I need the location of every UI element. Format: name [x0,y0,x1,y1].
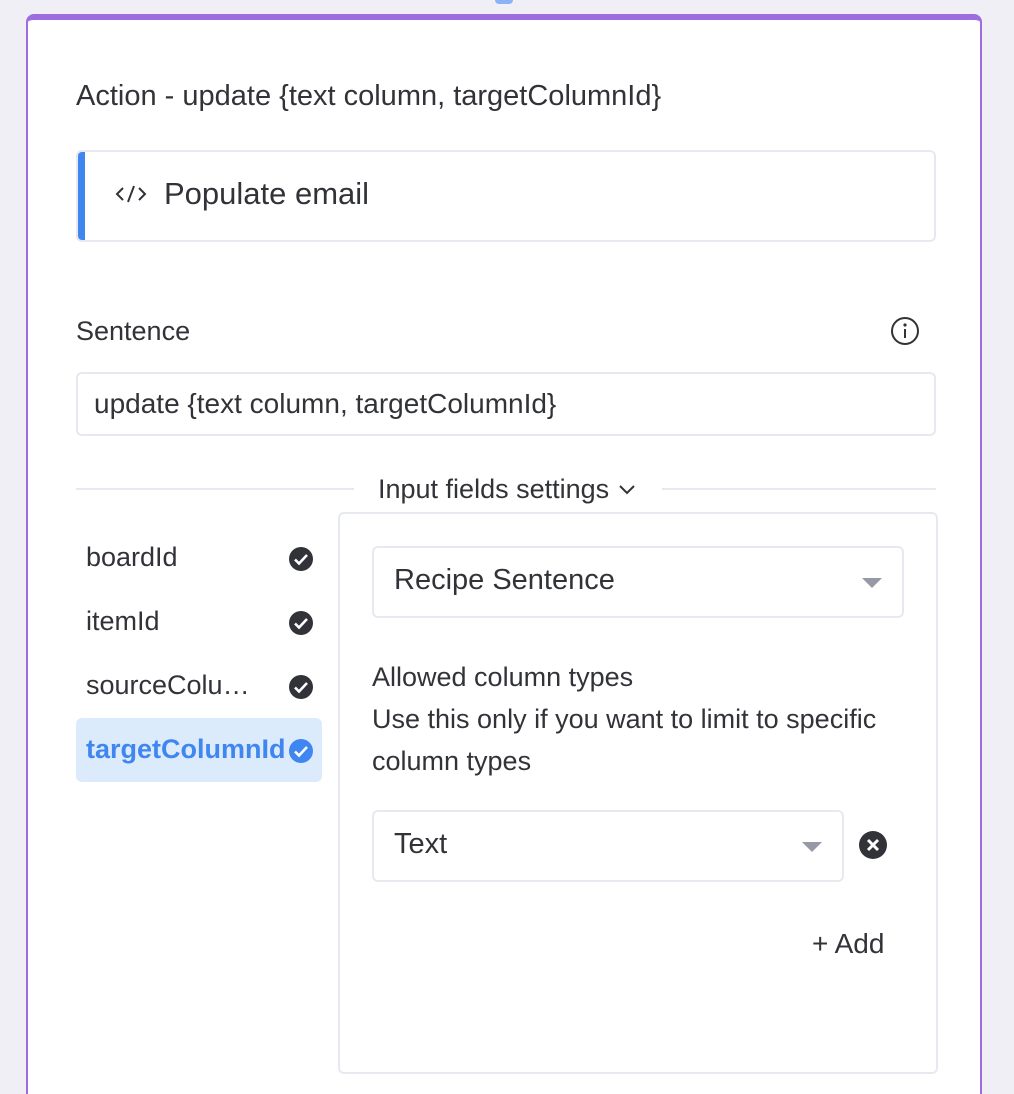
input-fields-settings-toggle[interactable]: Input fields settings [378,472,637,506]
field-item-name: boardId [86,542,178,572]
field-item-itemId[interactable]: itemId [76,590,322,654]
top-accent [495,0,513,4]
allowed-column-types-title: Allowed column types [372,662,634,692]
check-circle-icon [289,547,313,571]
field-item-targetColumnId[interactable]: targetColumnId [76,718,322,782]
code-box-accent [78,152,85,240]
check-circle-icon [289,675,313,699]
page-title: Action - update {text column, targetColu… [76,80,662,112]
field-item-name: sourceColumnId [86,670,272,700]
allowed-column-types-hint: Use this only if you want to limit to sp… [372,704,877,776]
column-type-value: Text [394,828,448,860]
chevron-down-icon [619,485,635,495]
check-circle-icon [289,611,313,635]
add-column-type-button[interactable]: + Add [812,928,884,960]
field-item-name: targetColumnId [86,734,286,764]
info-icon[interactable] [890,316,920,346]
source-select-value: Recipe Sentence [394,564,615,596]
action-panel: Action - update {text column, targetColu… [26,14,982,1094]
input-fields-settings-label: Input fields settings [378,473,610,504]
allowed-column-types-text: Allowed column types Use this only if yo… [372,656,912,782]
code-name-label: Populate email [164,176,370,211]
divider-left [76,488,354,490]
column-type-select[interactable]: Text [372,810,844,882]
field-item-boardId[interactable]: boardId [76,526,322,590]
caret-down-icon [802,842,822,852]
code-icon [115,185,147,203]
field-item-sourceColumnId[interactable]: sourceColumnId [76,654,322,718]
input-field-list: boardId itemId sourceColumnId targetColu… [76,526,322,782]
sentence-label: Sentence [76,316,191,346]
source-select[interactable]: Recipe Sentence [372,546,904,618]
check-circle-icon [289,739,313,763]
divider-right [662,488,936,490]
caret-down-icon [862,578,882,588]
remove-circle-icon[interactable] [858,830,888,860]
field-item-name: itemId [86,606,160,636]
field-settings-panel: Recipe Sentence Allowed column types Use… [338,512,938,1074]
sentence-input[interactable] [76,372,936,436]
code-name-box[interactable]: Populate email [76,150,936,242]
